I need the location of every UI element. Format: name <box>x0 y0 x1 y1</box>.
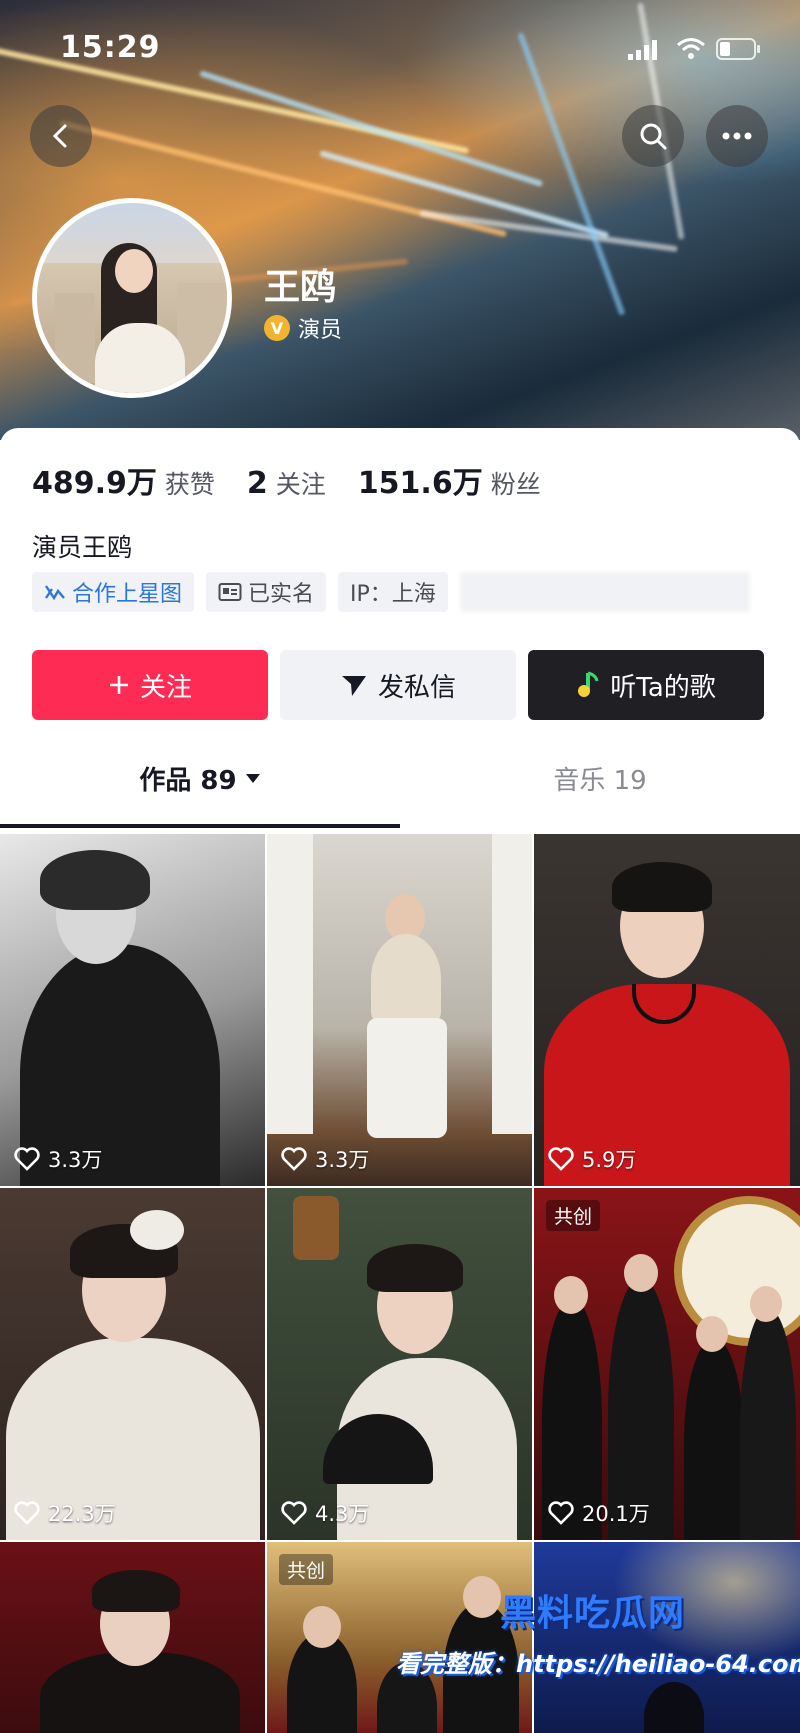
message-label: 发私信 <box>377 672 456 703</box>
plus-icon <box>109 676 128 694</box>
send-icon <box>341 676 366 696</box>
heart-icon <box>14 1147 40 1171</box>
followers-count[interactable]: 151.6万 <box>358 458 483 502</box>
watermark-url: 看完整版：https://heiliao-64.com <box>396 1650 800 1678</box>
back-button[interactable] <box>30 105 92 167</box>
music-label: 听Ta的歌 <box>610 672 716 703</box>
video-thumbnail[interactable] <box>0 1542 265 1733</box>
video-thumbnail[interactable]: 5.9万 <box>534 834 800 1186</box>
like-count: 20.1万 <box>548 1498 650 1528</box>
profile-bio: 演员王鸥 <box>32 533 133 562</box>
video-thumbnail[interactable]: 3.3万 <box>0 834 265 1186</box>
action-buttons: 关注 发私信 听Ta的歌 <box>32 650 764 720</box>
stats-row: 489.9万 获赞 2 关注 151.6万 粉丝 <box>32 458 573 502</box>
profile-cover: 15:29 王鸥 V 演员 <box>0 0 800 440</box>
music-note-icon <box>578 671 599 697</box>
tag-real-name-label: 已实名 <box>248 582 315 607</box>
message-button[interactable]: 发私信 <box>280 650 516 720</box>
tag-star-map[interactable]: 合作上星图 <box>32 572 195 612</box>
verification-label: 演员 <box>298 318 343 343</box>
more-dots-icon <box>722 132 752 140</box>
status-bar: 15:29 <box>0 0 800 96</box>
video-thumbnail[interactable]: 22.3万 <box>0 1188 265 1540</box>
avatar[interactable] <box>32 198 232 398</box>
signal-icon <box>628 40 657 60</box>
verified-icon: V <box>264 315 290 341</box>
star-map-icon <box>45 585 65 601</box>
following-count[interactable]: 2 <box>247 466 268 501</box>
heart-icon <box>281 1501 307 1525</box>
tab-music-label: 音乐 19 <box>553 765 647 796</box>
tab-works[interactable]: 作品 89 <box>0 740 400 816</box>
like-count: 3.3万 <box>281 1144 369 1174</box>
tag-row: 合作上星图 已实名 IP：上海 <box>32 572 750 612</box>
heart-icon <box>548 1501 574 1525</box>
tag-star-map-label: 合作上星图 <box>72 582 183 607</box>
watermark-overlay: 黑料吃瓜网 看完整版：https://heiliao-64.com <box>396 1574 800 1733</box>
cocreate-badge: 共创 <box>279 1554 334 1585</box>
heart-icon <box>14 1501 40 1525</box>
heart-icon <box>548 1147 574 1171</box>
id-card-icon <box>218 583 242 601</box>
like-count: 5.9万 <box>548 1144 636 1174</box>
watermark-site: 黑料吃瓜网 <box>500 1593 686 1634</box>
followers-label: 粉丝 <box>490 470 541 499</box>
video-thumbnail[interactable]: 3.3万 <box>267 834 532 1186</box>
battery-icon <box>716 38 760 60</box>
wifi-icon <box>677 38 705 59</box>
content-tabs: 作品 89 音乐 19 <box>0 740 800 820</box>
follow-button[interactable]: 关注 <box>32 650 268 720</box>
caret-down-icon <box>245 774 260 783</box>
tab-music[interactable]: 音乐 19 <box>400 740 800 816</box>
tab-indicator <box>0 824 400 828</box>
search-icon <box>640 123 667 150</box>
follow-label: 关注 <box>139 672 192 703</box>
chevron-left-icon <box>52 124 67 148</box>
tag-ip: IP：上海 <box>338 572 448 612</box>
tag-obscured <box>459 572 750 612</box>
tag-ip-label: IP：上海 <box>350 582 436 607</box>
status-time: 15:29 <box>60 30 161 65</box>
verification-badge: V 演员 <box>264 312 342 344</box>
tag-real-name: 已实名 <box>206 572 327 612</box>
heart-icon <box>281 1147 307 1171</box>
profile-name: 王鸥 <box>264 267 337 308</box>
like-count: 3.3万 <box>14 1144 102 1174</box>
likes-count[interactable]: 489.9万 <box>32 458 157 502</box>
video-thumbnail[interactable]: 4.3万 <box>267 1188 532 1540</box>
search-button[interactable] <box>622 105 684 167</box>
likes-label: 获赞 <box>164 470 215 499</box>
more-button[interactable] <box>706 105 768 167</box>
cocreate-badge: 共创 <box>546 1200 601 1231</box>
like-count: 22.3万 <box>14 1498 116 1528</box>
music-button[interactable]: 听Ta的歌 <box>528 650 764 720</box>
following-label: 关注 <box>275 470 326 499</box>
like-count: 4.3万 <box>281 1498 369 1528</box>
video-thumbnail[interactable]: 共创 20.1万 <box>534 1188 800 1540</box>
tab-works-label: 作品 89 <box>139 765 237 796</box>
